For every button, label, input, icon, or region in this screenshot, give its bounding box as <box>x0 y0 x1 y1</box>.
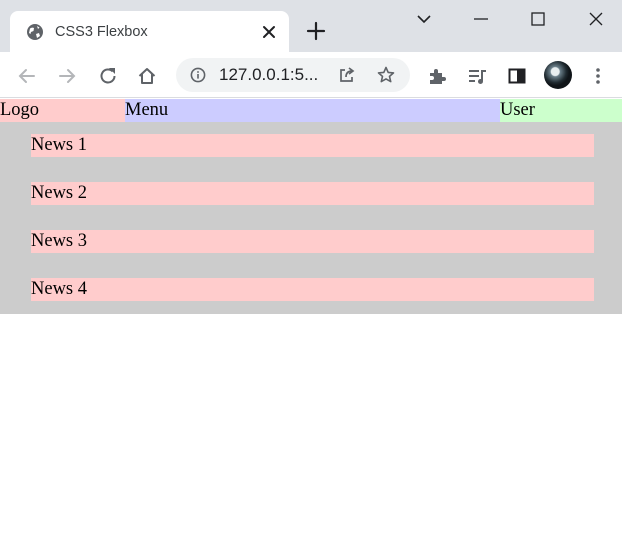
header-user: User <box>500 99 622 122</box>
star-icon[interactable] <box>376 65 396 85</box>
address-bar[interactable]: 127.0.0.1:5... <box>176 58 410 92</box>
close-tab-icon[interactable] <box>260 23 278 41</box>
browser-toolbar: 127.0.0.1:5... <box>0 52 622 98</box>
share-icon[interactable] <box>337 65 357 85</box>
news-item: News 1 <box>31 134 594 157</box>
close-window-icon[interactable] <box>585 8 607 30</box>
extensions-icon[interactable] <box>426 65 448 87</box>
info-icon[interactable] <box>190 67 206 83</box>
header-menu: Menu <box>125 99 500 122</box>
page-viewport: Logo Menu User News 1 News 2 News 3 News… <box>0 99 622 550</box>
forward-arrow-icon[interactable] <box>56 65 78 87</box>
minimize-icon[interactable] <box>470 8 492 30</box>
home-icon[interactable] <box>136 65 158 87</box>
new-tab-icon[interactable] <box>305 20 327 42</box>
tab-search-chevron-icon[interactable] <box>413 8 435 30</box>
profile-avatar[interactable] <box>544 61 572 89</box>
page-header: Logo Menu User <box>0 99 622 122</box>
news-list: News 1 News 2 News 3 News 4 <box>0 122 622 314</box>
tab-strip: CSS3 Flexbox <box>0 0 622 52</box>
address-url[interactable]: 127.0.0.1:5... <box>219 66 318 84</box>
news-item: News 2 <box>31 182 594 205</box>
browser-tab[interactable]: CSS3 Flexbox <box>10 11 289 52</box>
more-vert-icon[interactable] <box>587 65 609 87</box>
news-item: News 3 <box>31 230 594 253</box>
globe-icon <box>26 23 44 41</box>
side-panel-icon[interactable] <box>506 65 528 87</box>
back-arrow-icon[interactable] <box>16 65 38 87</box>
news-item: News 4 <box>31 278 594 301</box>
maximize-icon[interactable] <box>527 8 549 30</box>
reload-icon[interactable] <box>97 65 119 87</box>
media-playlist-icon[interactable] <box>466 65 488 87</box>
header-logo: Logo <box>0 99 125 122</box>
tab-title: CSS3 Flexbox <box>55 24 148 40</box>
